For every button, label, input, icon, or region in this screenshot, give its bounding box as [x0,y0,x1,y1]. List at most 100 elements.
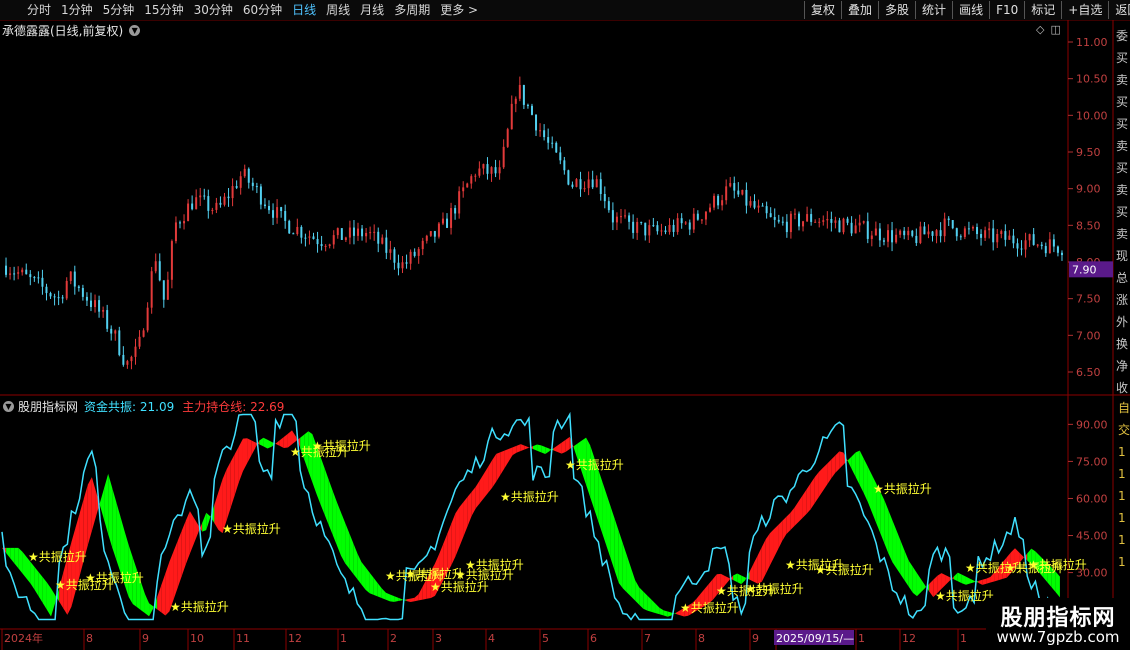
candle [29,270,32,286]
candle-body [73,271,76,287]
tab-period-9[interactable]: 多周期 [389,0,435,20]
candle-body [369,232,372,234]
ribbon-up-segment [218,479,223,534]
candle-body [462,187,465,192]
candle [102,306,105,318]
diamond-icon[interactable]: ◇ [1036,23,1044,36]
sidebar-char: 现 [1116,249,1128,263]
date-label: 8 [698,632,705,645]
ribbon-down-segment [6,547,11,559]
candle-body [134,346,137,357]
candle [223,192,226,207]
tab-period-1[interactable]: 1分钟 [56,0,98,20]
action-button-5[interactable]: F10 [989,1,1024,19]
candle [429,231,432,237]
date-label: 11 [236,632,250,645]
candle-body [421,240,424,250]
candle-body [793,213,796,215]
ribbon-up-segment [941,573,946,589]
candle-body [963,228,966,237]
ribbon-down-segment [1055,571,1060,598]
ribbon-up-segment [1010,548,1015,574]
ribbon-down-segment [733,573,738,583]
ribbon-up-segment [279,436,284,448]
candle [352,220,355,245]
stock-title: 承德露露(日线,前复权) [2,23,124,38]
tab-period-2[interactable]: 5分钟 [98,0,140,20]
action-button-3[interactable]: 统计 [915,1,952,19]
ribbon-up-segment [414,594,419,602]
candle-body [328,244,331,246]
candle [498,160,501,180]
candle-body [878,228,881,241]
price-tick-label: 7.00 [1076,329,1101,342]
tab-period-3[interactable]: 15分钟 [139,0,188,20]
action-button-0[interactable]: 复权 [804,1,841,19]
action-button-4[interactable]: 画线 [952,1,989,19]
ribbon-down-segment [647,595,652,612]
tab-period-5[interactable]: 60分钟 [238,0,287,20]
ribbon-down-segment [30,562,35,590]
action-button-2[interactable]: 多股 [878,1,915,19]
ribbon-down-segment [394,596,399,602]
action-button-7[interactable]: +自选 [1061,1,1108,19]
candle-body [1040,244,1043,247]
candle-body [166,279,169,300]
candle-body [628,215,631,222]
candle-body [239,176,242,188]
ribbon-down-segment [745,571,750,580]
tab-period-4[interactable]: 30分钟 [189,0,238,20]
candle-body [308,236,311,238]
candle-body [110,328,113,334]
ribbon-up-segment [2,547,7,553]
candle [583,181,586,193]
candle [312,232,315,240]
date-label: 12 [288,632,302,645]
chevron-down-icon[interactable]: ▼ [3,400,14,412]
sidebar-char: 买 [1116,205,1128,219]
candle [381,234,384,245]
ribbon-up-segment [835,451,840,473]
ribbon-down-segment [667,611,672,617]
ribbon-up-segment [704,584,709,606]
candle [822,215,825,226]
action-button-8[interactable]: 返回 [1108,1,1130,19]
candle [1052,234,1055,253]
tab-period-6[interactable]: 日线 [287,0,321,20]
candle-body [207,196,210,211]
candle [660,223,663,236]
candle-body [830,218,833,223]
restore-icon[interactable]: ◫ [1050,23,1060,36]
tab-period-8[interactable]: 月线 [355,0,389,20]
ribbon-up-segment [169,551,174,612]
tab-period-7[interactable]: 周线 [321,0,355,20]
ribbon-down-segment [541,445,546,454]
tab-period-0[interactable]: 分时 [22,0,56,20]
ribbon-up-segment [83,484,88,561]
action-button-6[interactable]: 标记 [1024,1,1061,19]
ribbon-down-segment [1039,555,1044,578]
indicator-name: 股朋指标网 [18,399,79,414]
ribbon-down-segment [136,569,141,611]
watermark-logo: 股朋指标网 www.7gpzb.com [986,598,1130,650]
candle [733,176,736,199]
candle [1008,230,1011,240]
tab-period-10[interactable]: 更多 > [435,0,483,20]
ribbon-up-segment [222,469,227,534]
candle-body [215,202,218,210]
candle-body [765,206,768,214]
date-label: 6 [590,632,597,645]
candle [9,267,12,280]
ribbon-up-segment [165,561,170,616]
chevron-down-icon[interactable]: ▼ [129,24,141,36]
ribbon-down-segment [149,603,154,617]
ribbon-up-segment [982,578,987,585]
candle-body [292,233,295,235]
candle-body [409,251,412,264]
candle [567,169,570,186]
candle [98,295,101,318]
candle-body [255,186,258,188]
candle [878,223,881,247]
action-button-1[interactable]: 叠加 [841,1,878,19]
ribbon-up-segment [1006,552,1011,578]
